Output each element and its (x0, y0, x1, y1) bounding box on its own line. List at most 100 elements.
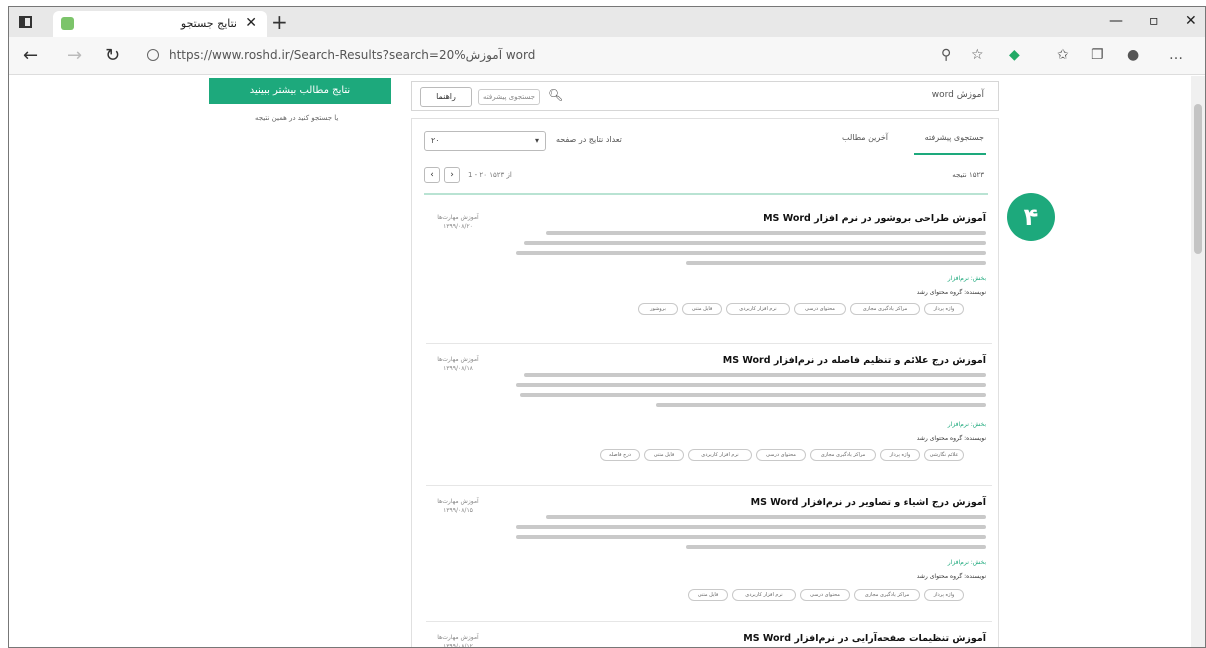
result-item: آموزش درج اشیاء و تصاویر در نرم‌افزار MS… (426, 489, 992, 623)
results-panel: جستجوی پیشرفته آخرین مطالب ۲۰ ▾ تعداد نت… (411, 118, 999, 648)
menu-icon[interactable]: … (1169, 47, 1183, 63)
results-count: ۱۵۲۳ نتیجه (952, 171, 984, 179)
browser-window: نتایج جستجو ✕ + — ▫ ✕ ← → ↻ https://www.… (8, 6, 1206, 648)
result-meta: آموزش مهارت‌ها ۱۳۹۹/۰۸/۱۸ (437, 356, 479, 372)
tag-chip[interactable]: فایل متنی (682, 303, 722, 315)
tag-chip[interactable]: واژه پرداز (924, 589, 964, 601)
result-title[interactable]: آموزش درج علائم و تنظیم فاصله در نرم‌افز… (723, 355, 986, 366)
scrollbar-thumb[interactable] (1194, 104, 1202, 254)
result-author: نویسنده: گروه محتوای رشد (916, 573, 986, 580)
result-snippet (686, 545, 986, 549)
tag-chip[interactable]: نرم افزار کاربردی (726, 303, 790, 315)
result-snippet (524, 373, 986, 377)
tag-chip[interactable]: مراکز یادگیری مجازی (854, 589, 920, 601)
result-author: نویسنده: گروه محتوای رشد (916, 289, 986, 296)
search-bar: آموزش word 🔍︎ جستجوی پیشرفته راهنما (411, 81, 999, 111)
address-bar[interactable]: https://www.roshd.ir/Search-Results?sear… (139, 43, 969, 69)
result-divider (426, 485, 992, 486)
tag-chip[interactable]: نرم افزار کاربردی (688, 449, 752, 461)
per-page-value: ۲۰ (431, 136, 440, 145)
favorites-bar-icon[interactable]: ✩ (1057, 47, 1069, 63)
tab-title: نتایج جستجو (180, 17, 237, 30)
browser-tab[interactable]: نتایج جستجو ✕ (53, 11, 267, 37)
result-snippet (516, 383, 986, 387)
result-item: آموزش طراحی بروشور در نرم افزار MS Word … (426, 205, 992, 345)
next-page-button[interactable]: › (444, 167, 460, 183)
tag-chip[interactable]: واژه پرداز (924, 303, 964, 315)
url-text[interactable]: https://www.roshd.ir/Search-Results?sear… (169, 48, 535, 62)
result-section[interactable]: بخش: نرم‌افزار (948, 421, 986, 428)
tag-chip[interactable]: واژه پرداز (880, 449, 920, 461)
tag-chip[interactable]: مراکز یادگیری مجازی (810, 449, 876, 461)
result-snippet (656, 403, 986, 407)
window-close-icon[interactable]: ✕ (1185, 13, 1197, 29)
tag-chip[interactable]: فایل متنی (644, 449, 684, 461)
result-item: آموزش تنظیمات صفحه‌آرایی در نرم‌افزار MS… (426, 625, 992, 648)
result-snippet (516, 251, 986, 255)
search-input[interactable]: آموزش word (932, 90, 984, 100)
tag-chip[interactable]: بروشور (638, 303, 678, 315)
pager: ‹ › (424, 167, 460, 183)
tag-chip[interactable]: نرم افزار کاربردی (732, 589, 796, 601)
refresh-icon[interactable]: ↻ (105, 45, 120, 66)
scrollbar[interactable] (1191, 76, 1205, 647)
sidebar-link[interactable]: یا جستجو کنید در همین نتیجه (255, 114, 338, 122)
profile-icon[interactable]: ● (1127, 47, 1139, 63)
tag-chip[interactable]: علائم نگارشی (924, 449, 964, 461)
info-icon[interactable] (147, 49, 159, 61)
favorites-icon[interactable]: ☆ (971, 47, 984, 63)
tag-chip[interactable]: محتوای درسی (794, 303, 846, 315)
result-author: نویسنده: گروه محتوای رشد (916, 435, 986, 442)
result-tags: واژه پرداز مراکز یادگیری مجازی محتوای در… (584, 303, 964, 315)
maximize-icon[interactable]: ▫ (1149, 13, 1159, 29)
result-meta: آموزش مهارت‌ها ۱۳۹۹/۰۸/۲۰ (437, 214, 479, 230)
result-divider (426, 343, 992, 344)
result-snippet (516, 525, 986, 529)
result-divider (426, 621, 992, 622)
result-tags: واژه پرداز مراکز یادگیری مجازی محتوای در… (644, 589, 964, 601)
search-icon[interactable]: 🔍︎ (548, 88, 563, 102)
per-page-select[interactable]: ۲۰ ▾ (424, 131, 546, 151)
active-tab-indicator (914, 153, 986, 155)
tag-chip[interactable]: درج فاصله (600, 449, 640, 461)
new-tab-icon[interactable]: + (271, 10, 288, 34)
minimize-icon[interactable]: — (1109, 13, 1123, 29)
result-meta: آموزش مهارت‌ها ۱۳۹۹/۰۸/۱۵ (437, 498, 479, 514)
extension-icon[interactable]: ◆ (1009, 47, 1020, 63)
result-title[interactable]: آموزش تنظیمات صفحه‌آرایی در نرم‌افزار MS… (743, 633, 986, 644)
tag-chip[interactable]: فایل متنی (688, 589, 728, 601)
result-section[interactable]: بخش: نرم‌افزار (948, 559, 986, 566)
chevron-down-icon: ▾ (534, 136, 539, 145)
result-title[interactable]: آموزش درج اشیاء و تصاویر در نرم‌افزار MS… (751, 497, 986, 508)
tag-chip[interactable]: محتوای درسی (800, 589, 850, 601)
back-icon[interactable]: ← (23, 45, 38, 66)
result-item: آموزش درج علائم و تنظیم فاصله در نرم‌افز… (426, 347, 992, 487)
advanced-search-field[interactable]: جستجوی پیشرفته (478, 89, 540, 105)
tag-chip[interactable]: محتوای درسی (756, 449, 806, 461)
forward-icon[interactable]: → (67, 45, 82, 66)
close-icon[interactable]: ✕ (245, 15, 257, 31)
result-title[interactable]: آموزش طراحی بروشور در نرم افزار MS Word (763, 213, 986, 224)
pager-text: 1 - ۲۰ از ۱۵۲۳ (468, 171, 512, 179)
tab-advanced-search[interactable]: جستجوی پیشرفته (925, 133, 984, 142)
result-snippet (546, 515, 986, 519)
header-divider (424, 193, 988, 195)
result-snippet (516, 535, 986, 539)
more-results-button[interactable]: نتایج مطالب بیشتر ببینید (209, 78, 391, 104)
result-section[interactable]: بخش: نرم‌افزار (948, 275, 986, 282)
tag-chip[interactable]: مراکز یادگیری مجازی (850, 303, 920, 315)
per-page-label: تعداد نتایج در صفحه (556, 135, 622, 144)
result-snippet (524, 241, 986, 245)
step-number-badge: ۴ (1007, 193, 1055, 241)
result-meta: آموزش مهارت‌ها ۱۳۹۹/۰۸/۱۲ (437, 634, 479, 648)
help-button[interactable]: راهنما (420, 87, 472, 107)
tab-strip: نتایج جستجو ✕ + — ▫ ✕ (9, 7, 1205, 37)
web-page: نتایج مطالب بیشتر ببینید یا جستجو کنید د… (9, 76, 1193, 648)
address-bar-row: ← → ↻ https://www.roshd.ir/Search-Result… (9, 37, 1205, 75)
result-snippet (686, 261, 986, 265)
prev-page-button[interactable]: ‹ (424, 167, 440, 183)
tab-latest[interactable]: آخرین مطالب (842, 133, 888, 142)
zoom-icon[interactable]: ⚲ (941, 47, 951, 63)
collections-icon[interactable]: ❐ (1091, 47, 1104, 63)
window-icon[interactable] (19, 16, 32, 28)
